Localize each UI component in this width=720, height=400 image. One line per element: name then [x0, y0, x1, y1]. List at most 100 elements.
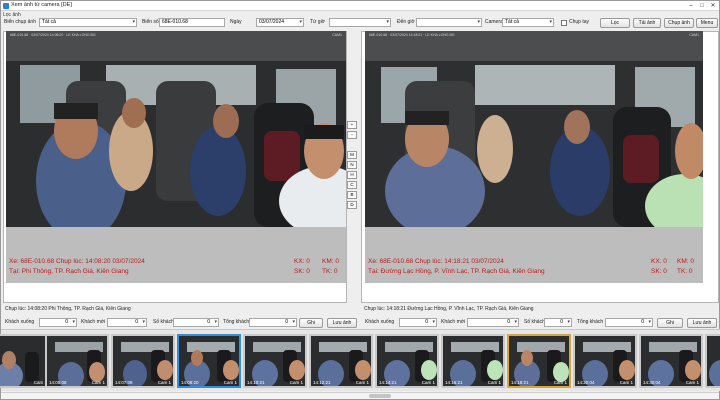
- right-tai-line: Tại: Đường Lạc Hồng, P. Vĩnh Lạc, TP. Rạ…: [368, 268, 545, 275]
- menu-button[interactable]: Menu: [696, 18, 718, 28]
- side-button-d[interactable]: D: [347, 201, 357, 209]
- right-tong-khach-label: Tổng khách: [577, 319, 604, 325]
- den-gio-label: Đến giờ: [397, 19, 415, 25]
- left-cabin-photo: [6, 31, 346, 227]
- left-khach-moi-select[interactable]: 0: [107, 318, 147, 327]
- left-luu-anh-button[interactable]: Lưu ảnh: [327, 318, 357, 328]
- thumbnail-5[interactable]: 14:10:21 Cam 1: [243, 334, 307, 388]
- thumbnail-4[interactable]: 14:08:20 Cam 1: [177, 334, 241, 388]
- thumbnail-10[interactable]: 14:20:04 Cam 1: [573, 334, 637, 388]
- thumbnail-9-time: 14:18:21: [511, 380, 529, 385]
- right-sk: SK: 0: [651, 268, 667, 275]
- chup-anh-button[interactable]: Chụp ảnh: [664, 18, 694, 28]
- right-luu-anh-button[interactable]: Lưu ảnh: [687, 318, 717, 328]
- right-tong-khach-select[interactable]: 0: [605, 318, 653, 327]
- window-title: Xem ảnh từ camera [DE]: [11, 2, 72, 8]
- thumbnail-7-cam: Cam 1: [421, 380, 435, 385]
- left-kx: KX: 0: [294, 258, 310, 265]
- left-so-khach-select[interactable]: 0: [173, 318, 219, 327]
- right-khach-xuong-label: Khách xuống: [365, 319, 395, 325]
- close-icon[interactable]: ✕: [709, 2, 717, 10]
- right-kx: KX: 0: [651, 258, 667, 265]
- left-khach-xuong-select[interactable]: 0: [39, 318, 77, 327]
- passenger-controls: Khách xuống 0 Khách mới 0 Số khách 0 Tổn…: [1, 317, 720, 329]
- maximize-icon[interactable]: □: [698, 2, 706, 10]
- right-km: KM: 0: [677, 258, 694, 265]
- left-km: KM: 0: [322, 258, 339, 265]
- side-button-h[interactable]: H: [347, 171, 357, 179]
- thumbnail-5-cam: Cam 1: [289, 380, 303, 385]
- right-info-box: Xe: 68E-010.68 Chụp lúc: 14:18:21 03/07/…: [365, 227, 703, 283]
- thumbnail-11-cam: Cam 1: [685, 380, 699, 385]
- thumbnail-9-cam: Cam 1: [553, 380, 567, 385]
- left-info-box: Xe: 68E-010.68 Chụp lúc: 14:08:20 03/07/…: [6, 227, 346, 283]
- thumbnail-4-cam: Cam 1: [223, 380, 237, 385]
- thumbnail-11[interactable]: 14:30:04 Cam 1: [639, 334, 703, 388]
- chup-tay-checkbox[interactable]: [561, 20, 567, 26]
- thumbnail-2-cam: Cam 1: [91, 380, 105, 385]
- thumbnail-3-time: 14:07:08: [115, 380, 133, 385]
- bien-chup-anh-select[interactable]: Tất cả: [39, 18, 137, 27]
- right-tk: TK: 0: [677, 268, 693, 275]
- thumbnail-7[interactable]: 14:14:21 Cam 1: [375, 334, 439, 388]
- right-ghi-button[interactable]: Ghi: [657, 318, 683, 328]
- thumbnail-2[interactable]: 14:05:08 Cam 1: [45, 334, 109, 388]
- left-khach-xuong-label: Khách xuống: [5, 319, 35, 325]
- thumbnail-8[interactable]: 14:16:21 Cam 1: [441, 334, 505, 388]
- left-tong-khach-select[interactable]: 0: [249, 318, 297, 327]
- camera-select[interactable]: Tất cả: [502, 18, 554, 27]
- scrollbar-thumb[interactable]: [369, 394, 391, 398]
- side-button-b[interactable]: B: [347, 191, 357, 199]
- right-status-line: Chụp lúc: 14:18:21 Đường Lạc Hồng, P. Vĩ…: [364, 306, 534, 312]
- thumbnail-8-cam: Cam 1: [487, 380, 501, 385]
- den-gio-select[interactable]: [416, 18, 482, 27]
- ngay-input[interactable]: 03/07/2024: [256, 18, 304, 27]
- left-tk: TK: 0: [322, 268, 338, 275]
- app-window: Xem ảnh từ camera [DE] – □ ✕ Lọc ảnh Biể…: [0, 0, 720, 400]
- side-button-minus[interactable]: -: [347, 131, 357, 139]
- loc-button[interactable]: Lọc: [600, 18, 630, 28]
- thumbnail-9[interactable]: 14:18:21 Cam 1: [507, 334, 571, 388]
- left-tong-khach-label: Tổng khách: [223, 319, 250, 325]
- thumbnail-strip: Cam 1 14:05:08 Cam 1 14:07:08 Cam 1 14:0…: [0, 329, 720, 391]
- thumbnail-10-time: 14:20:04: [577, 380, 595, 385]
- left-status-line: Chụp lúc: 14:08:20 Phi Thông, TP. Rạch G…: [5, 306, 131, 312]
- right-camera-image[interactable]: 68E-010.68 · 03/07/2024 14:18:21 · LE KH…: [365, 31, 703, 227]
- bien-so-input[interactable]: 68E-010.68: [159, 18, 225, 27]
- left-so-khach-label: Số khách: [153, 319, 174, 325]
- thumbnail-10-cam: Cam 1: [619, 380, 633, 385]
- side-button-n[interactable]: N: [347, 161, 357, 169]
- tu-gio-select[interactable]: [329, 18, 391, 27]
- right-khach-xuong-select[interactable]: 0: [399, 318, 437, 327]
- side-button-m[interactable]: M: [347, 151, 357, 159]
- left-osd-cam: CAM1: [332, 33, 342, 37]
- side-button-c[interactable]: C: [347, 181, 357, 189]
- right-so-khach-select[interactable]: 0: [544, 318, 572, 327]
- minimize-icon[interactable]: –: [687, 2, 695, 10]
- thumbnail-1[interactable]: Cam 1: [0, 334, 51, 388]
- thumbnail-6[interactable]: 14:12:21 Cam 1: [309, 334, 373, 388]
- right-khach-moi-select[interactable]: 0: [467, 318, 519, 327]
- thumbnail-2-time: 14:05:08: [49, 380, 67, 385]
- right-osd-cam: CAM1: [689, 33, 699, 37]
- side-button-plus[interactable]: +: [347, 121, 357, 129]
- left-camera-image[interactable]: 68E-010.68 · 03/07/2024 14:08:20 · LE KH…: [6, 31, 346, 227]
- right-cabin-photo: [365, 31, 703, 227]
- thumbnail-scrollbar[interactable]: [1, 392, 719, 399]
- left-khach-moi-label: Khách mới: [81, 319, 106, 325]
- right-khach-moi-label: Khách mới: [441, 319, 466, 325]
- thumbnail-11-time: 14:30:04: [643, 380, 661, 385]
- left-sk: SK: 0: [294, 268, 310, 275]
- thumbnail-4-time: 14:08:20: [181, 380, 199, 385]
- right-xe-line: Xe: 68E-010.68 Chụp lúc: 14:18:21 03/07/…: [368, 258, 504, 265]
- thumbnail-8-time: 14:16:21: [445, 380, 463, 385]
- thumbnail-5-time: 14:10:21: [247, 380, 265, 385]
- camera-label: Camera: [485, 19, 503, 25]
- tai-anh-button[interactable]: Tải ảnh: [633, 18, 661, 28]
- left-ghi-button[interactable]: Ghi: [299, 318, 323, 328]
- right-osd-text: 68E-010.68 · 03/07/2024 14:18:21 · LE KH…: [369, 33, 455, 37]
- ngay-label: Ngày: [230, 19, 242, 25]
- thumbnail-3[interactable]: 14:07:08 Cam 1: [111, 334, 175, 388]
- thumbnail-12-partial[interactable]: [705, 334, 720, 388]
- thumbnail-7-time: 14:14:21: [379, 380, 397, 385]
